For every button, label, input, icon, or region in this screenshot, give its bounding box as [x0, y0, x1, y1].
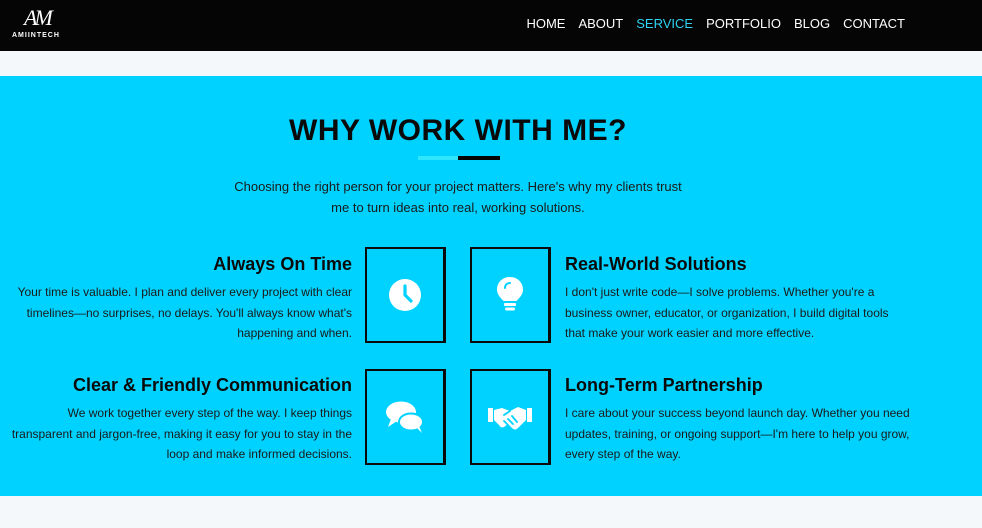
- section-title: WHY WORK WITH ME?: [289, 114, 627, 147]
- nav-service[interactable]: SERVICE: [636, 16, 693, 31]
- feature-title-real-world: Real-World Solutions: [565, 254, 747, 274]
- feature-icon-box-real-world: [470, 247, 551, 343]
- underline-accent: [418, 156, 458, 160]
- title-underline: [418, 156, 500, 160]
- feature-text-real-world: I don't just write code—I solve problems…: [565, 285, 889, 340]
- feature-text-on-time: Your time is valuable. I plan and delive…: [17, 285, 352, 340]
- section-intro: Choosing the right person for your proje…: [234, 179, 682, 215]
- feature-icon-box-on-time: [365, 247, 446, 343]
- feature-title-communication: Clear & Friendly Communication: [72, 375, 352, 395]
- nav-home[interactable]: HOME: [526, 16, 565, 31]
- logo-text: AMIINTECH: [12, 32, 60, 39]
- feature-title-on-time: Always On Time: [213, 254, 352, 274]
- feature-title-partnership: Long-Term Partnership: [565, 375, 763, 395]
- nav-contact[interactable]: CONTACT: [843, 16, 905, 31]
- nav-blog[interactable]: BLOG: [794, 16, 830, 31]
- feature-text-partnership: I care about your success beyond launch …: [565, 406, 910, 461]
- handshake-icon: [488, 407, 532, 430]
- clock-icon: [389, 279, 421, 311]
- chat-bubbles-icon: [386, 401, 424, 433]
- next-section-edge: [0, 496, 982, 528]
- navbar: AM AMIINTECH HOME ABOUT SERVICE PORTFOLI…: [0, 0, 982, 51]
- feature-icon-box-communication: [365, 369, 446, 465]
- nav-portfolio[interactable]: PORTFOLIO: [706, 16, 781, 31]
- underline-dark: [458, 156, 500, 160]
- feature-text-communication: We work together every step of the way. …: [11, 406, 352, 461]
- feature-icon-box-partnership: [470, 369, 551, 465]
- logo-mark: AM: [24, 5, 53, 30]
- brand-logo[interactable]: AM AMIINTECH: [10, 5, 70, 45]
- nav-about[interactable]: ABOUT: [578, 16, 623, 31]
- why-work-with-me-section: WHY WORK WITH ME? Choosing the right per…: [0, 76, 982, 496]
- main-nav: HOME ABOUT SERVICE PORTFOLIO BLOG CONTAC…: [513, 16, 905, 31]
- lightbulb-icon: [497, 277, 523, 311]
